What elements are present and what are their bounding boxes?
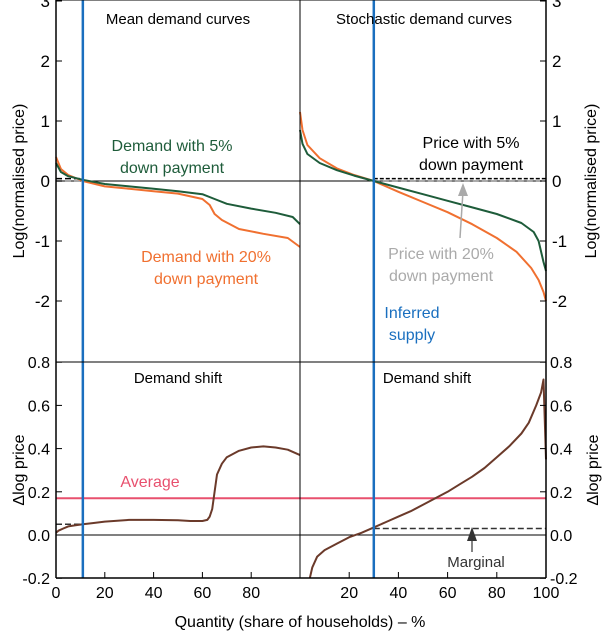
y-tick-label-right: 0.8 bbox=[550, 355, 572, 372]
annotation-price-20: Price with 20% bbox=[388, 246, 494, 263]
y-tick-label-left: 3 bbox=[41, 0, 50, 11]
annotation-price-5: down payment bbox=[419, 157, 524, 174]
x-tick-label: 60 bbox=[194, 585, 212, 602]
panel-title: Demand shift bbox=[383, 370, 472, 387]
y-axis-label-right-top: Log(normalised price) bbox=[583, 104, 600, 259]
y-tick-label-right: 0 bbox=[552, 172, 561, 191]
y-tick-label-left: -1 bbox=[35, 232, 50, 251]
x-tick-label: 40 bbox=[145, 585, 163, 602]
annotation-inferred-supply: Inferred bbox=[384, 305, 439, 322]
y-tick-label-left: 0 bbox=[41, 172, 50, 191]
x-tick-label: 100 bbox=[533, 585, 560, 602]
y-tick-label-right: 0.0 bbox=[550, 528, 572, 545]
y-tick-label-right: 0.2 bbox=[550, 485, 572, 502]
demand-shift-line bbox=[308, 378, 547, 579]
y-tick-label-left: -2 bbox=[35, 292, 50, 311]
y-tick-label-left: -0.2 bbox=[22, 571, 50, 588]
annotation-price-20: down payment bbox=[389, 268, 494, 285]
annotation-inferred-supply: supply bbox=[389, 327, 435, 344]
y-tick-label-right: 0.4 bbox=[550, 442, 572, 459]
y-tick-label-right: 0.6 bbox=[550, 398, 572, 415]
y-tick-label-left: 0.4 bbox=[28, 442, 50, 459]
annotation-demand-5: down payment bbox=[120, 160, 225, 177]
panel-title: Mean demand curves bbox=[106, 11, 250, 28]
annotation-average: Average bbox=[120, 474, 179, 491]
x-tick-label: 40 bbox=[390, 585, 408, 602]
arrow-price-20 bbox=[459, 190, 464, 239]
x-tick-label: 80 bbox=[488, 585, 506, 602]
y-tick-label-left: 2 bbox=[41, 52, 50, 71]
y-tick-label-left: 0.8 bbox=[28, 355, 50, 372]
arrowhead-icon bbox=[458, 183, 468, 196]
panel-title: Stochastic demand curves bbox=[336, 11, 512, 28]
annotation-price-5: Price with 5% bbox=[423, 135, 520, 152]
annotation-demand-5: Demand with 5% bbox=[112, 138, 233, 155]
x-tick-label: 80 bbox=[242, 585, 260, 602]
x-axis-label: Quantity (share of households) – % bbox=[175, 614, 426, 631]
x-tick-label: 0 bbox=[52, 585, 61, 602]
y-tick-label-right: 2 bbox=[552, 52, 561, 71]
y-tick-label-right: 1 bbox=[552, 112, 561, 131]
y-tick-label-right: 3 bbox=[552, 0, 561, 11]
y-tick-label-left: 0.6 bbox=[28, 398, 50, 415]
y-tick-label-left: 1 bbox=[41, 112, 50, 131]
annotation-demand-20: down payment bbox=[154, 271, 259, 288]
annotation-marginal: Marginal bbox=[447, 554, 505, 571]
y-tick-label-left: 0.2 bbox=[28, 485, 50, 502]
x-tick-label: 60 bbox=[439, 585, 457, 602]
y-axis-label-left-top: Log(normalised price) bbox=[11, 104, 28, 259]
y-axis-label-left-bottom: Δlog price bbox=[11, 434, 28, 505]
y-axis-label-right-bottom: Δlog price bbox=[585, 434, 602, 505]
x-tick-label: 20 bbox=[340, 585, 358, 602]
annotation-demand-20: Demand with 20% bbox=[141, 249, 271, 266]
x-tick-label: 20 bbox=[96, 585, 114, 602]
chart-figure: 3 32 21 10 0-1 -1-2 -20.8 0.80.6 0.60.4 0.40.2 0.2… bbox=[11, 0, 602, 631]
y-tick-label-right: -2 bbox=[552, 292, 567, 311]
y-tick-label-right: -1 bbox=[552, 232, 567, 251]
panel-title: Demand shift bbox=[134, 370, 223, 387]
y-tick-label-left: 0.0 bbox=[28, 528, 50, 545]
